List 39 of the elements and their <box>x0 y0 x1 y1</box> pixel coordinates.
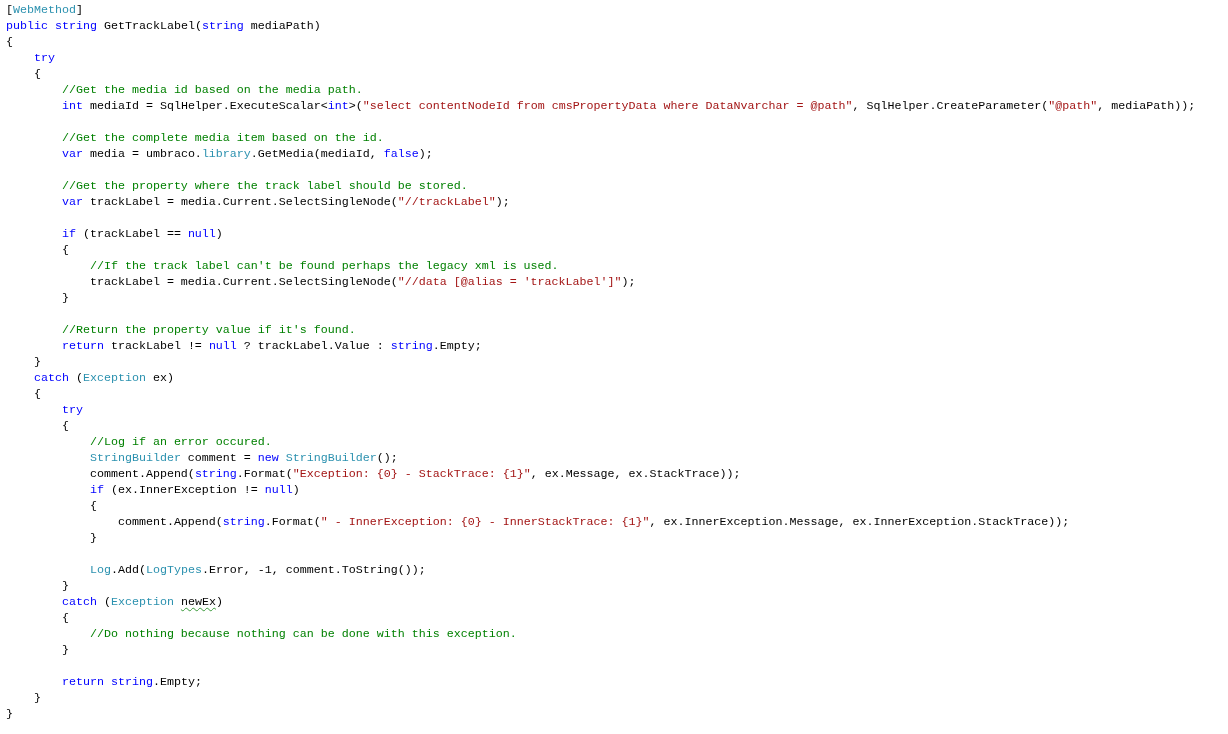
code-line: //Get the media id based on the media path. <box>60 82 363 98</box>
code-line: { <box>60 610 69 626</box>
code-line: } <box>32 690 41 706</box>
code-line: { <box>32 386 41 402</box>
code-line: comment.Append(string.Format("Exception: {0} - StackTrace: {1}", ex.Message, ex.StackTrace)); <box>88 466 741 482</box>
code-line: { <box>6 34 13 50</box>
code-line: //Return the property value if it's found. <box>60 322 356 338</box>
code-line: { <box>60 418 69 434</box>
code-line: //Get the property where the track label should be stored. <box>60 178 468 194</box>
code-line: catch (Exception ex) <box>32 370 174 386</box>
code-line: return trackLabel != null ? trackLabel.Value : string.Empty; <box>60 338 482 354</box>
code-line: [WebMethod] <box>6 2 83 18</box>
code-line: { <box>60 242 69 258</box>
code-line: } <box>60 642 69 658</box>
code-line: } <box>60 290 69 306</box>
code-line: } <box>32 354 41 370</box>
code-line: //Get the complete media item based on the id. <box>60 130 384 146</box>
code-line: var media = umbraco.library.GetMedia(mediaId, false); <box>60 146 433 162</box>
code-line: comment.Append(string.Format(" - InnerException: {0} - InnerStackTrace: {1}", ex.InnerException.Message, ex.InnerException.StackTrace)); <box>116 514 1070 530</box>
code-line: catch (Exception newEx) <box>60 594 223 610</box>
code-line: { <box>32 66 41 82</box>
code-line: //Do nothing because nothing can be done with this exception. <box>88 626 517 642</box>
code-line: StringBuilder comment = new StringBuilder(); <box>88 450 398 466</box>
code-line: public string GetTrackLabel(string mediaPath) <box>6 18 321 34</box>
code-line: } <box>6 706 13 722</box>
code-line: } <box>88 530 97 546</box>
code-line: Log.Add(LogTypes.Error, -1, comment.ToString()); <box>88 562 426 578</box>
code-line: //Log if an error occured. <box>88 434 272 450</box>
code-line: return string.Empty; <box>60 674 202 690</box>
code-line: //If the track label can't be found perhaps the legacy xml is used. <box>88 258 559 274</box>
code-line: trackLabel = media.Current.SelectSingleNode("//data [@alias = 'trackLabel']"); <box>88 274 636 290</box>
code-line: try <box>60 402 83 418</box>
code-line: } <box>60 578 69 594</box>
code-line: var trackLabel = media.Current.SelectSingleNode("//trackLabel"); <box>60 194 510 210</box>
code-line: try <box>32 50 55 66</box>
code-line: { <box>88 498 97 514</box>
code-line: if (ex.InnerException != null) <box>88 482 300 498</box>
code-line: if (trackLabel == null) <box>60 226 223 242</box>
code-line: int mediaId = SqlHelper.ExecuteScalar<int>("select contentNodeId from cmsPropertyData where DataNvarchar = @path", SqlHelper.CreateParameter("@path", mediaPath)); <box>60 98 1196 114</box>
